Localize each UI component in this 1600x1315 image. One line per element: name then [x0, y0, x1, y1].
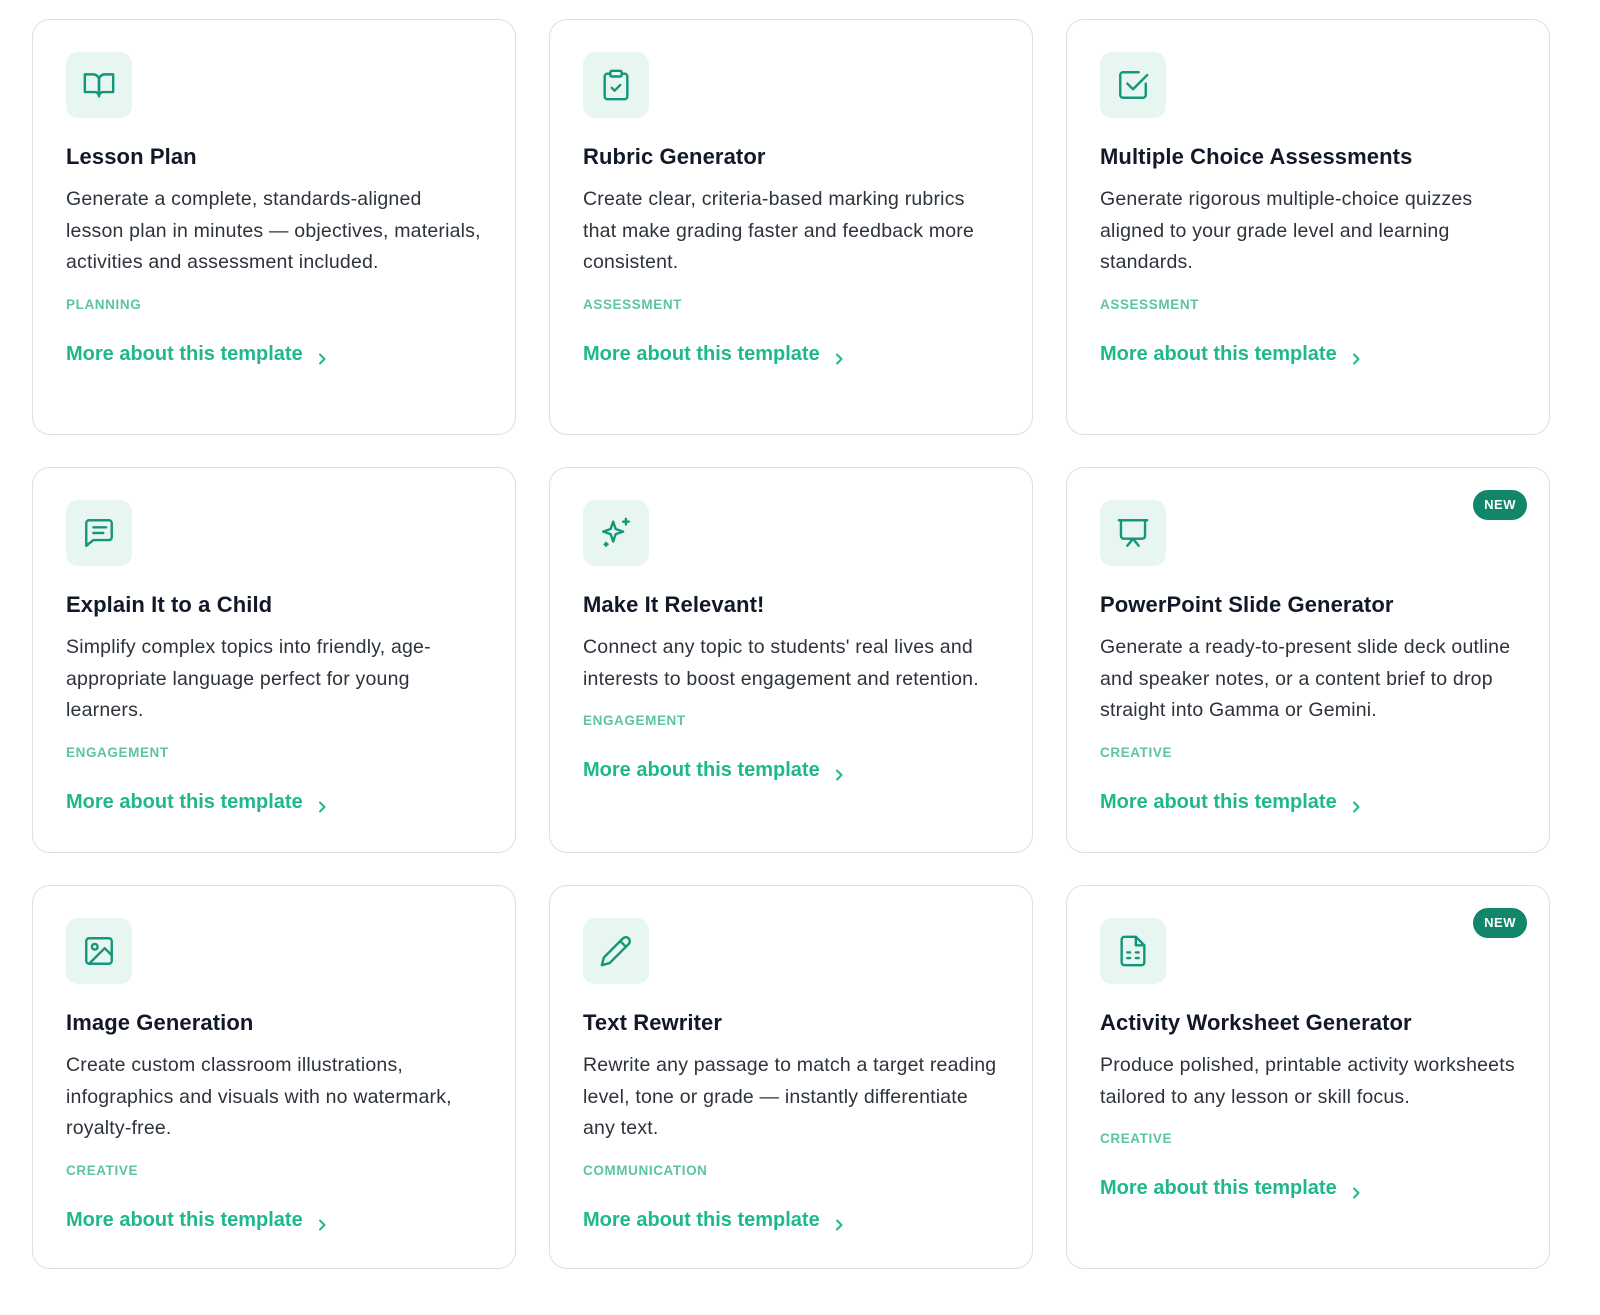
- more-link-label: More about this template: [1100, 342, 1337, 365]
- more-about-template-link[interactable]: More about this template: [66, 789, 329, 815]
- template-card-rubric-generator[interactable]: Rubric Generator Create clear, criteria-…: [549, 19, 1033, 435]
- more-link-label: More about this template: [66, 790, 303, 813]
- card-description: Connect any topic to students' real live…: [583, 636, 979, 690]
- chevron-right-icon: [1349, 1181, 1363, 1199]
- card-description: Create clear, criteria-based marking rub…: [583, 188, 975, 274]
- more-link-label: More about this template: [583, 342, 820, 365]
- chevron-right-icon: [315, 795, 329, 813]
- card-category: ASSESSMENT: [1100, 296, 1200, 312]
- more-link-label: More about this template: [1100, 790, 1337, 813]
- book-open-icon: [66, 52, 132, 118]
- sparkles-icon: [583, 500, 649, 566]
- card-category: ENGAGEMENT: [66, 744, 169, 760]
- template-grid: Lesson Plan Generate a complete, standar…: [0, 0, 1600, 1315]
- pencil-icon: [583, 918, 649, 984]
- card-description: Generate rigorous multiple-choice quizze…: [1100, 188, 1473, 274]
- card-category: CREATIVE: [1100, 744, 1173, 760]
- template-card-multiple-choice-assessments[interactable]: Multiple Choice Assessments Generate rig…: [1066, 19, 1550, 435]
- more-link-label: More about this template: [66, 1208, 303, 1231]
- template-card-image-generation[interactable]: Image Generation Create custom classroom…: [32, 885, 516, 1269]
- card-category: ASSESSMENT: [583, 296, 683, 312]
- chevron-right-icon: [832, 347, 846, 365]
- more-about-template-link[interactable]: More about this template: [583, 757, 846, 783]
- image-icon: [66, 918, 132, 984]
- card-category: CREATIVE: [1100, 1131, 1173, 1147]
- more-about-template-link[interactable]: More about this template: [1100, 1175, 1363, 1201]
- more-link-label: More about this template: [583, 1208, 820, 1231]
- more-link-label: More about this template: [66, 342, 303, 365]
- template-card-make-it-relevant[interactable]: Make It Relevant! Connect any topic to s…: [549, 467, 1033, 853]
- card-title: Lesson Plan: [66, 144, 197, 169]
- card-description: Generate a complete, standards-aligned l…: [66, 188, 481, 274]
- template-card-explain-it-to-a-child[interactable]: Explain It to a Child Simplify complex t…: [32, 467, 516, 853]
- more-about-template-link[interactable]: More about this template: [1100, 789, 1363, 815]
- card-category: CREATIVE: [66, 1162, 139, 1178]
- card-title: PowerPoint Slide Generator: [1100, 592, 1394, 617]
- card-title: Multiple Choice Assessments: [1100, 144, 1413, 169]
- message-text-icon: [66, 500, 132, 566]
- card-description: Create custom classroom illustrations, i…: [66, 1054, 452, 1140]
- card-category: PLANNING: [66, 296, 142, 312]
- new-badge: NEW: [1473, 490, 1527, 520]
- chevron-right-icon: [1349, 795, 1363, 813]
- presentation-icon: [1100, 500, 1166, 566]
- card-title: Activity Worksheet Generator: [1100, 1010, 1412, 1035]
- card-title: Text Rewriter: [583, 1010, 723, 1035]
- card-category: COMMUNICATION: [583, 1162, 708, 1178]
- more-about-template-link[interactable]: More about this template: [66, 1207, 329, 1233]
- more-about-template-link[interactable]: More about this template: [66, 341, 329, 367]
- template-card-powerpoint-slide-generator[interactable]: NEW PowerPoint Slide Generator Generate …: [1066, 467, 1550, 853]
- card-title: Rubric Generator: [583, 144, 766, 169]
- card-description: Produce polished, printable activity wor…: [1100, 1054, 1515, 1108]
- card-title: Image Generation: [66, 1010, 254, 1035]
- more-link-label: More about this template: [1100, 1177, 1337, 1200]
- file-spreadsheet-icon: [1100, 918, 1166, 984]
- card-description: Generate a ready-to-present slide deck o…: [1100, 636, 1511, 722]
- more-about-template-link[interactable]: More about this template: [1100, 341, 1363, 367]
- chevron-right-icon: [1349, 347, 1363, 365]
- clipboard-check-icon: [583, 52, 649, 118]
- card-category: ENGAGEMENT: [583, 713, 686, 729]
- more-link-label: More about this template: [583, 759, 820, 782]
- chevron-right-icon: [315, 1213, 329, 1231]
- square-check-icon: [1100, 52, 1166, 118]
- card-description: Rewrite any passage to match a target re…: [583, 1054, 997, 1140]
- card-title: Explain It to a Child: [66, 592, 273, 617]
- template-card-lesson-plan[interactable]: Lesson Plan Generate a complete, standar…: [32, 19, 516, 435]
- template-card-text-rewriter[interactable]: Text Rewriter Rewrite any passage to mat…: [549, 885, 1033, 1269]
- card-description: Simplify complex topics into friendly, a…: [66, 636, 431, 722]
- chevron-right-icon: [832, 1213, 846, 1231]
- new-badge: NEW: [1473, 908, 1527, 938]
- template-card-activity-worksheet-generator[interactable]: NEW Activity Worksheet Generator Produce…: [1066, 885, 1550, 1269]
- more-about-template-link[interactable]: More about this template: [583, 341, 846, 367]
- card-title: Make It Relevant!: [583, 592, 765, 617]
- chevron-right-icon: [315, 347, 329, 365]
- chevron-right-icon: [832, 763, 846, 781]
- more-about-template-link[interactable]: More about this template: [583, 1207, 846, 1233]
